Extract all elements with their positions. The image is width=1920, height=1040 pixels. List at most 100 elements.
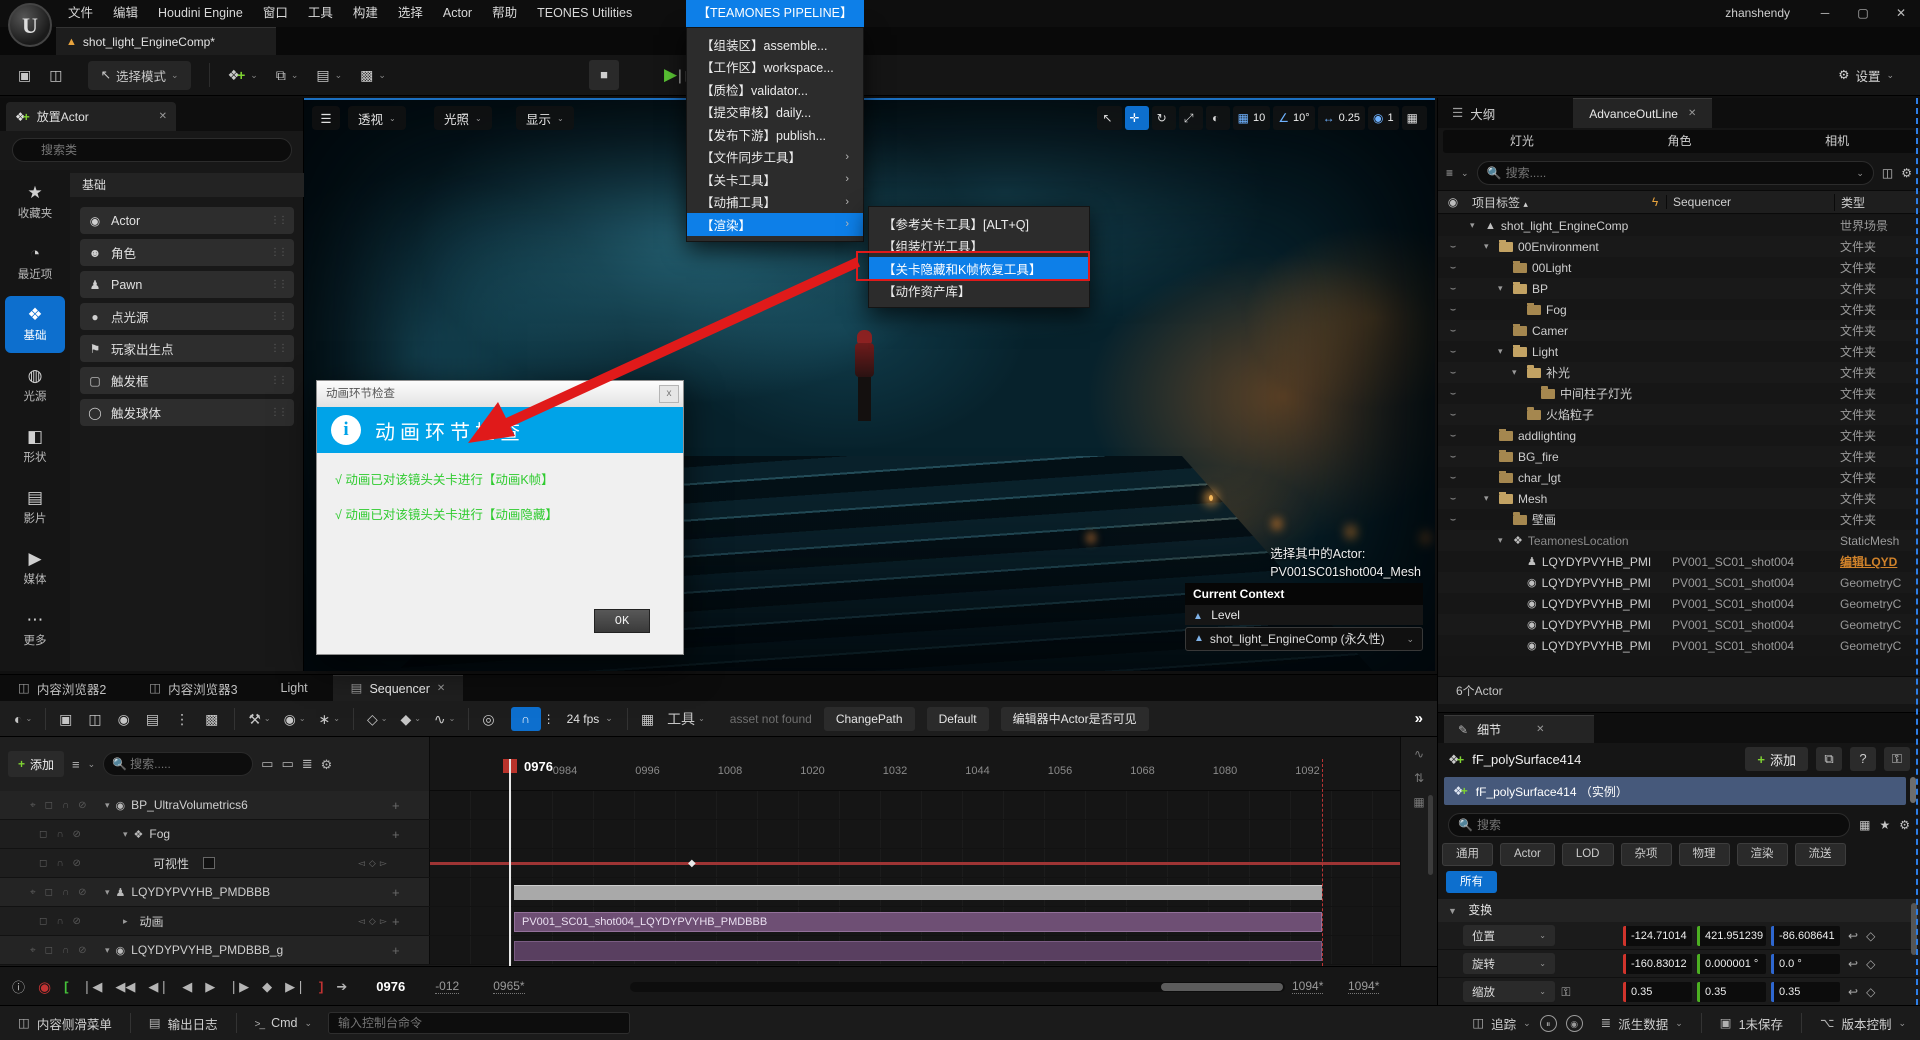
lightning-column-icon[interactable]: ϟ [1644,195,1666,209]
source-control-dropdown[interactable]: 版本控制 ⌄ [1820,1014,1906,1033]
expand-arrow-icon[interactable]: ▸ [123,916,128,927]
sequencer-tool-button[interactable]: ⌄ [319,712,340,726]
unsaved-button[interactable]: 1未保存 [1720,1014,1783,1033]
expand-arrow-icon[interactable]: ▾ [1512,367,1522,378]
visibility-eye-icon[interactable]: ⌣ [1438,451,1468,462]
viewport-tool-button[interactable] [1206,106,1230,130]
drag-grip-icon[interactable]: ⋮⋮ [270,407,286,418]
expand-arrow-icon[interactable]: ▾ [105,800,110,811]
viewport-tool-button[interactable] [1152,106,1176,130]
sequencer-tool-button[interactable] [118,712,133,726]
deactivate-icon[interactable]: ⊘ [78,945,86,956]
viewport-options-menu[interactable]: ☰ [312,106,340,130]
frame-back-button[interactable]: ◀❘ [148,979,169,995]
viewport-tool-button[interactable]: 0.25 [1318,106,1365,130]
outliner-row[interactable]: ⌣ ▾ 补光 文件夹 [1438,362,1920,383]
keyframe-icon[interactable]: ◇ [1866,929,1875,943]
outliner-row[interactable]: ⌣ ▾ Light 文件夹 [1438,341,1920,362]
deactivate-icon[interactable]: ⊘ [73,916,81,927]
output-log-button[interactable]: 输出日志 [149,1014,218,1033]
timeline-scrollbar[interactable] [630,982,1285,992]
blueprint-button[interactable] [1816,747,1842,771]
track-state-icons[interactable]: ◻∩⊘ [0,858,105,869]
close-button[interactable]: ✕ [1882,0,1920,27]
cmd-dropdown[interactable]: Cmd ⌄ [255,1016,312,1030]
rail-category[interactable]: 收藏夹 [0,174,70,231]
place-item[interactable]: Pawn ⋮⋮ [80,271,294,298]
visibility-eye-icon[interactable]: ⌣ [1438,325,1468,336]
place-search-input[interactable] [12,138,292,162]
visibility-eye-icon[interactable]: ⌣ [1438,472,1468,483]
place-item[interactable]: Actor ⋮⋮ [80,207,294,234]
place-item[interactable]: 玩家出生点 ⋮⋮ [80,335,294,362]
outliner-row[interactable]: ⌣ ▾ 00Environment 文件夹 [1438,236,1920,257]
menu-item[interactable]: 编辑 [103,0,148,27]
value-z-input[interactable]: 0.35 [1771,982,1840,1002]
mute-icon[interactable]: ∩ [62,800,69,811]
filter-chip[interactable]: 渲染 [1737,843,1788,866]
category-tab[interactable]: 角色 [1601,130,1759,153]
menu-item[interactable]: TEONES Utilities [527,0,642,27]
sequencer-tool-button[interactable]: ⌄ [400,712,420,726]
deactivate-icon[interactable]: ⊘ [73,858,81,869]
deactivate-icon[interactable]: ⊘ [78,887,86,898]
add-component-button[interactable]: + 添加 [1745,747,1808,771]
category-tab[interactable]: 灯光 [1443,130,1601,153]
filter-chip[interactable]: Actor [1500,843,1555,866]
pin-icon[interactable]: ⌖ [30,945,36,956]
new-folder-icon[interactable] [1882,167,1893,179]
track-state-icons[interactable]: ⌖◻∩⊘ [0,887,105,898]
render-submenu-item[interactable]: 【动作资产库】 [869,280,1089,303]
collapse-icon[interactable]: ▭ [261,756,273,772]
pipeline-menu-item[interactable]: 【渲染】 › [687,213,863,236]
panel-tab[interactable]: Sequencer ✕ [333,675,464,701]
overflow-chevrons-icon[interactable]: » [1415,710,1423,727]
rail-category[interactable]: 媒体 [0,540,70,597]
scrollbar-thumb[interactable] [1428,795,1433,875]
outliner-row[interactable]: ⌣ ▾ BP 文件夹 [1438,278,1920,299]
visibility-eye-icon[interactable]: ⌣ [1438,367,1468,378]
sequencer-column-header[interactable]: Sequencer [1666,195,1834,209]
toolbar-dropdown[interactable]: ⌄ [276,68,299,82]
menu-item[interactable]: 帮助 [482,0,527,27]
outliner-row[interactable]: ▾ ▲ shot_light_EngineComp 世界场景 [1438,215,1920,236]
drag-grip-icon[interactable]: ⋮⋮ [270,375,286,386]
prev-key-button[interactable]: ◀◀ [115,979,135,995]
dialog-ok-button[interactable]: OK [594,609,650,633]
viewport-tool-button[interactable]: 10° [1273,106,1314,130]
toolbar-dropdown[interactable]: ⌄ [316,68,342,82]
outliner-row[interactable]: ⌣ 壁画 文件夹 [1438,509,1920,530]
menu-item-pipeline-open[interactable]: 【TEAMONES PIPELINE】 [686,0,864,27]
mute-icon[interactable]: ∩ [62,887,69,898]
track-section-bar[interactable] [514,885,1322,900]
drag-grip-icon[interactable]: ⋮⋮ [270,343,286,354]
viewport-show-dropdown[interactable]: 显示⌄ [516,106,574,130]
category-tab[interactable]: 相机 [1758,130,1916,153]
outliner-row[interactable]: ◉ LQYDYPVYHB_PMI PV001_SC01_shot004 Geom… [1438,593,1920,614]
track-timeline-lane[interactable]: ◆ [430,849,1400,877]
viewport-tool-button[interactable]: 1 [1368,106,1399,130]
sequencer-tool-button[interactable]: ⌄ [284,712,306,726]
pipeline-menu-item[interactable]: 【动捕工具】 › [687,191,863,214]
expand-arrow-icon[interactable]: ▾ [1498,346,1508,357]
label-column-header[interactable]: 项目标签 ▴ [1468,194,1644,211]
expand-arrow-icon[interactable]: ▾ [1498,535,1508,546]
expand-arrow-icon[interactable]: ▾ [1484,241,1494,252]
expand-arrow-icon[interactable]: ▾ [105,945,110,956]
reset-icon[interactable]: ↩ [1848,957,1858,971]
mark-out-button[interactable]: ] [319,979,323,994]
advance-outline-tab[interactable]: AdvanceOutLine ✕ [1573,98,1712,128]
display-options-icon[interactable] [1859,819,1870,831]
sequencer-track-row[interactable]: ◻∩⊘ 可视性 ◅◇▻ ◆ [0,849,1400,878]
visibility-eye-icon[interactable]: ⌣ [1438,430,1468,441]
sequencer-tool-button[interactable] [205,712,221,726]
transform-section-header[interactable]: ▼ 变换 [1438,899,1920,922]
details-search-input[interactable] [1448,813,1850,837]
track-timeline-lane[interactable] [430,936,1400,964]
visibility-eye-icon[interactable]: ⌣ [1438,262,1468,273]
menu-item[interactable]: 选择 [388,0,433,27]
content-browser-icon[interactable] [49,68,62,82]
panel-tab[interactable]: 内容浏览器2 [0,675,131,701]
tools-dropdown[interactable]: 工具 ⌄ [667,709,705,729]
toolbar-dropdown[interactable]: ⌄ [228,68,258,82]
